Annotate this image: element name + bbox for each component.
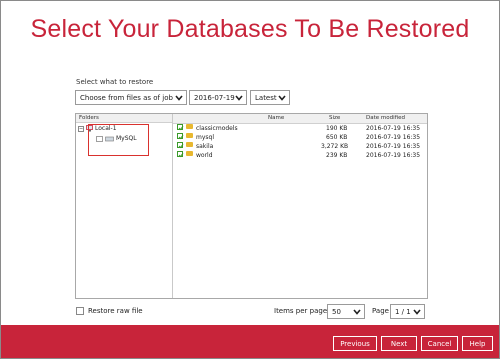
restore-raw-label: Restore raw file — [88, 307, 143, 315]
highlight-box — [88, 124, 149, 156]
page-label: Page — [372, 307, 389, 315]
check-icon[interactable] — [177, 142, 184, 149]
list-item[interactable]: sakila 3,272 KB 2016-07-19 16:35 — [173, 142, 427, 151]
chevron-down-icon — [413, 309, 421, 315]
folder-icon — [186, 124, 193, 129]
list-item[interactable]: mysql 650 KB 2016-07-19 16:35 — [173, 133, 427, 142]
chevron-down-icon — [235, 95, 243, 101]
folder-tree: Folders − Local-1 MySQL — [76, 114, 173, 298]
file-browser: Folders − Local-1 MySQL Name Size Date m… — [75, 113, 428, 299]
version-value: Latest — [255, 94, 277, 102]
db-modified: 2016-07-19 16:35 — [366, 134, 421, 141]
db-size: 650 KB — [326, 134, 348, 141]
collapse-toggle[interactable]: − — [78, 125, 84, 132]
next-button[interactable]: Next — [381, 336, 417, 351]
restore-mode-value: Choose from files as of job — [80, 94, 173, 102]
db-size: 239 KB — [326, 152, 348, 159]
cancel-button[interactable]: Cancel — [421, 336, 458, 351]
version-select[interactable]: Latest — [250, 90, 290, 105]
check-icon[interactable] — [177, 133, 184, 140]
date-select[interactable]: 2016-07-19 — [189, 90, 247, 105]
db-size: 3,272 KB — [321, 143, 349, 150]
db-modified: 2016-07-19 16:35 — [366, 152, 421, 159]
list-header: Name Size Date modified — [173, 114, 427, 124]
help-button[interactable]: Help — [462, 336, 493, 351]
restore-window: Select Your Databases To Be Restored Sel… — [0, 0, 500, 359]
folder-icon — [186, 133, 193, 138]
db-modified: 2016-07-19 16:35 — [366, 143, 421, 150]
db-name: mysql — [196, 134, 214, 141]
page-select[interactable]: 1 / 1 — [390, 304, 425, 319]
db-modified: 2016-07-19 16:35 — [366, 125, 421, 132]
folder-icon — [186, 151, 193, 156]
select-label: Select what to restore — [76, 78, 154, 86]
check-icon[interactable] — [177, 124, 184, 131]
name-column-header[interactable]: Name — [268, 114, 284, 123]
list-item[interactable]: world 239 KB 2016-07-19 16:35 — [173, 151, 427, 160]
checkbox-icon[interactable] — [76, 307, 84, 315]
previous-button[interactable]: Previous — [333, 336, 377, 351]
page-value: 1 / 1 — [395, 308, 411, 316]
chevron-down-icon — [278, 95, 286, 101]
db-name: world — [196, 152, 213, 159]
size-column-header[interactable]: Size — [329, 114, 340, 123]
db-size: 190 KB — [326, 125, 348, 132]
items-per-page-value: 50 — [332, 308, 341, 316]
folders-header: Folders — [76, 114, 172, 123]
db-name: sakila — [196, 143, 214, 150]
folder-icon — [186, 142, 193, 147]
page-title: Select Your Databases To Be Restored — [30, 15, 470, 43]
items-per-page-label: Items per page — [274, 307, 328, 315]
chevron-down-icon — [353, 309, 361, 315]
check-icon[interactable] — [177, 151, 184, 158]
chevron-down-icon — [175, 95, 183, 101]
restore-raw-checkbox[interactable]: Restore raw file — [76, 307, 143, 315]
items-per-page-select[interactable]: 50 — [327, 304, 365, 319]
db-name: classicmodels — [196, 125, 238, 132]
restore-mode-select[interactable]: Choose from files as of job — [75, 90, 187, 105]
modified-column-header[interactable]: Date modified — [366, 114, 405, 123]
date-value: 2016-07-19 — [194, 94, 235, 102]
list-item[interactable]: classicmodels 190 KB 2016-07-19 16:35 — [173, 124, 427, 133]
